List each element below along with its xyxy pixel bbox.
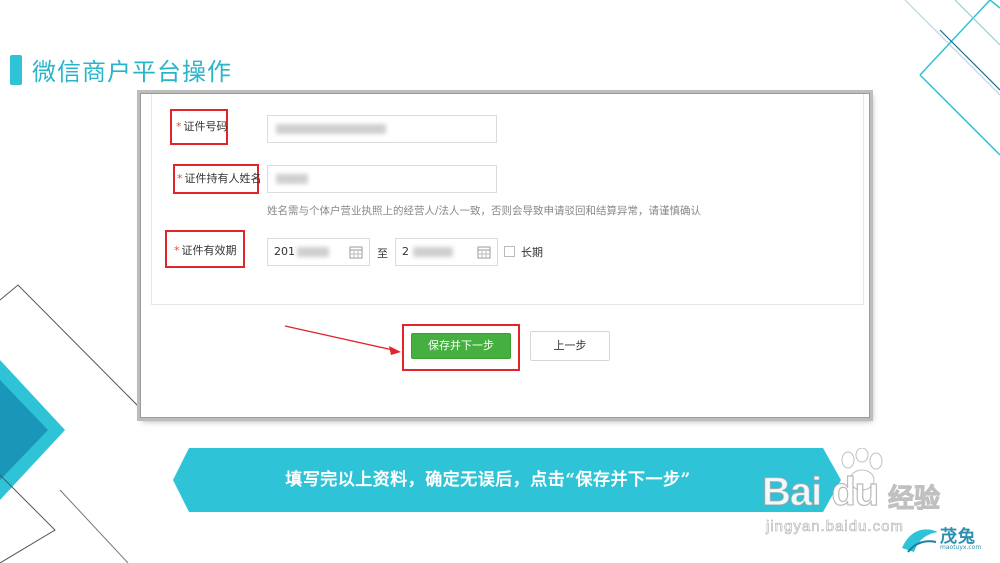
validity-end-date[interactable]: 2 [395,238,498,266]
slide-title-text: 微信商户平台操作 [32,58,232,86]
instruction-banner: 填写完以上资料，确定无误后，点击“保存并下一步” [173,448,843,512]
long-term-checkbox[interactable] [504,246,515,257]
baidu-jingyan-watermark: Bai du 经验 jingyan.baidu.com 茂兔 maotuyx.c… [761,448,1000,558]
id-number-label: * 证件号码 [176,120,228,133]
jingyan-text: 经验 [887,484,941,515]
watermark-url: jingyan.baidu.com [766,518,904,536]
holder-name-hint: 姓名需与个体户营业执照上的经营人/法人一致，否则会导致申请驳回和结算异常，请谨慎… [267,205,702,217]
previous-step-button[interactable]: 上一步 [530,331,610,361]
maotu-logo-url: maotuyx.com [940,544,982,551]
validity-start-date[interactable]: 201 [267,238,370,266]
maotu-logo: 茂兔 maotuyx.com [900,522,1000,556]
form-panel [151,94,864,305]
validity-label: * 证件有效期 [174,244,237,257]
top-right-decoration [880,0,1000,170]
date-range-separator: 至 [377,247,388,260]
bird-icon [902,529,938,553]
left-decoration [0,280,140,563]
slide-title: 微信商户平台操作 [10,52,232,87]
calendar-icon[interactable] [477,245,491,259]
form-screenshot: * 证件号码 * 证件持有人姓名 姓名需与个体户营业执照上的经营人/法人一致，否则会… [140,93,870,418]
holder-name-label: * 证件持有人姓名 [177,172,262,185]
long-term-label: 长期 [521,246,543,259]
title-accent-bar [10,54,22,85]
holder-name-input[interactable] [267,165,497,193]
calendar-icon[interactable] [349,245,363,259]
id-number-input[interactable] [267,115,497,143]
baidu-logo-text: Bai du [761,469,879,514]
pointer-arrow [284,325,401,355]
banner-text: 填写完以上资料，确定无误后，点击“保存并下一步” [285,470,691,490]
save-and-next-button[interactable]: 保存并下一步 [411,333,511,359]
